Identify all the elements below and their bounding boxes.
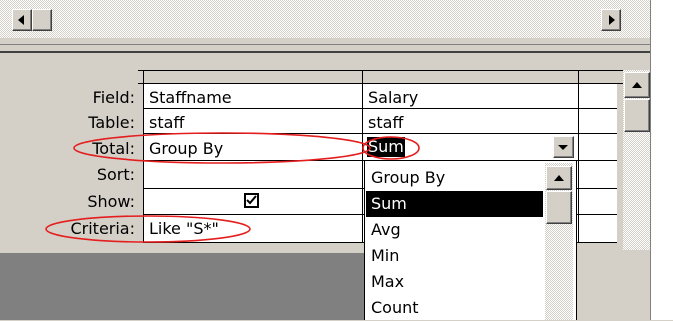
annotation-ellipse-sum (362, 136, 420, 160)
annotation-overlay (45, 132, 420, 243)
annotation-ellipse-criteria (45, 215, 251, 243)
annotation-ellipse-total (73, 132, 371, 164)
